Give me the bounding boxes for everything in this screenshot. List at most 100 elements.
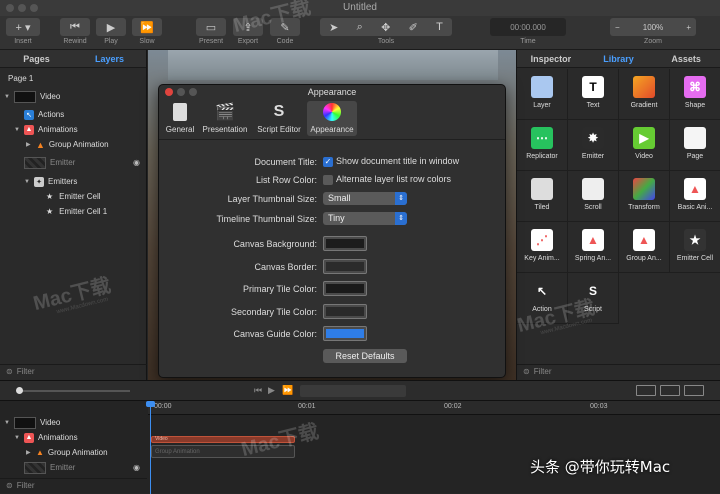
timeline-zoom-slider[interactable] [18,390,130,392]
zoom-window-button[interactable] [30,4,38,12]
library-item-basic-ani[interactable]: ▲ Basic Ani... [670,171,720,222]
pointer-icon[interactable]: ➤ [329,21,338,34]
timeline-thumbnail-size-select[interactable]: Tiny ⇕ [323,212,407,225]
zoom-control[interactable]: − 100% + Zoom [610,18,696,45]
rewind-icon[interactable]: ⏮ [254,385,262,396]
tab-general[interactable]: General [163,101,197,134]
library-item-gradient[interactable]: Gradient [619,69,670,120]
layers-panel: Pages Layers Page 1 ▼ Video ↖ Actions ▼ ▲ An… [0,50,147,380]
library-item-label: Basic Ani... [677,204,713,211]
filter-icon: ⊜ [523,367,530,376]
disclosure-triangle-icon[interactable]: ▼ [24,179,34,185]
slider-knob[interactable] [16,387,23,394]
library-item-page[interactable]: Page [670,120,720,171]
layer-row-video[interactable]: ▼ Video [4,89,60,104]
library-item-shape[interactable]: ⌘ Shape [670,69,720,120]
secondary-tile-color-well[interactable] [323,304,367,319]
library-item-layer[interactable]: Layer [517,69,568,120]
library-filter-field[interactable]: ⊜ Filter [517,364,720,378]
zoom-dialog-button[interactable] [189,88,197,96]
sidebar-toggle-icon[interactable] [684,385,704,396]
canvas-border-color-well[interactable] [323,259,367,274]
present-button[interactable]: ▭ Present [196,18,226,45]
timeline-filter-field[interactable]: ⊜ Filter [0,478,147,492]
layer-thumbnail-size-select[interactable]: Small ⇕ [323,192,407,205]
play-icon[interactable]: ▶ [268,385,275,396]
layer-row-actions[interactable]: ↖ Actions [14,107,64,122]
library-item-emitter-cell[interactable]: ★ Emitter Cell [670,222,720,273]
split-view-icon[interactable] [660,385,680,396]
fast-forward-icon[interactable]: ⏩ [282,385,293,396]
insert-button[interactable]: + ▾ Insert [6,18,40,45]
layer-row-group-animation[interactable]: ▶ ▲ Group Animation [26,137,109,152]
tab-appearance[interactable]: Appearance [307,101,357,136]
close-dialog-button[interactable] [165,88,173,96]
disclosure-triangle-icon[interactable]: ▼ [4,94,14,100]
layer-thumbnail-size-label: Layer Thumbnail Size: [227,194,317,204]
eye-icon[interactable]: ◉ [133,158,140,167]
tab-assets[interactable]: Assets [652,50,720,67]
library-item-label: Video [635,153,653,160]
timeline-layer-emitter[interactable]: Emitter ◉ [14,460,140,475]
library-item-spring-an[interactable]: ▲ Spring An... [568,222,619,273]
page-item[interactable]: Page 1 [8,71,33,86]
scroll-icon [582,178,604,200]
timeline-ruler[interactable]: 00:00 00:01 00:02 00:03 [148,401,720,415]
library-item-replicator[interactable]: ⋯ Replicator [517,120,568,171]
library-item-emitter[interactable]: ✸ Emitter [568,120,619,171]
layer-row-emitter-cell-1[interactable]: ★ Emitter Cell 1 [46,204,107,219]
tab-library[interactable]: Library [585,50,653,67]
emitter-cell-icon: ★ [684,229,706,251]
canvas-background-color-well[interactable] [323,236,367,251]
minimize-window-button[interactable] [18,4,26,12]
layer-icon [531,76,553,98]
eye-icon[interactable]: ◉ [133,463,140,472]
group-animation-icon: ▲ [36,448,44,457]
disclosure-triangle-icon[interactable]: ▶ [26,141,36,148]
layer-row-emitter[interactable]: Emitter ◉ [14,155,140,170]
tab-pages[interactable]: Pages [0,50,73,67]
timeline-layer-group-animation[interactable]: ▶ ▲ Group Animation [26,445,108,460]
magnifier-icon[interactable]: ⌕ [357,21,363,34]
playhead-handle[interactable] [146,401,155,407]
move-icon[interactable]: ✥ [381,21,390,34]
layer-row-emitters[interactable]: ▼ ✦ Emitters [24,174,77,189]
canvas-guide-color-well[interactable] [323,326,367,341]
tab-layers[interactable]: Layers [73,50,146,67]
library-item-key-anim[interactable]: ⋰ Key Anim... [517,222,568,273]
rewind-button[interactable]: ⏮ Rewind [60,18,90,45]
library-item-tiled[interactable]: Tiled [517,171,568,222]
text-tool-icon[interactable]: T [436,21,443,33]
replicator-icon: ⋯ [531,127,553,149]
library-item-scroll[interactable]: Scroll [568,171,619,222]
play-button[interactable]: ▶ Play [96,18,126,45]
alternate-row-colors-checkbox[interactable]: Alternate layer list row colors [323,174,451,185]
layer-row-emitter-cell[interactable]: ★ Emitter Cell [46,189,101,204]
library-item-transform[interactable]: Transform [619,171,670,222]
chevron-updown-icon: ⇕ [395,192,407,205]
library-item-video[interactable]: ▶ Video [619,120,670,171]
tab-script-editor[interactable]: S Script Editor [253,101,305,134]
tab-presentation[interactable]: 🎬 Presentation [199,101,251,134]
timeline-layer-animations[interactable]: ▼ ▲ Animations [14,430,78,445]
pen-icon[interactable]: ✐ [409,21,418,34]
zoom-out-icon[interactable]: − [615,23,620,32]
library-item-text[interactable]: T Text [568,69,619,120]
show-document-title-checkbox[interactable]: ✓ Show document title in window [323,156,459,167]
tab-inspector[interactable]: Inspector [517,50,585,67]
timeline-scrubber[interactable] [300,385,406,397]
zoom-in-icon[interactable]: + [686,23,691,32]
minimize-dialog-button[interactable] [177,88,185,96]
reset-defaults-button[interactable]: Reset Defaults [323,349,407,363]
primary-tile-color-well[interactable] [323,281,367,296]
layers-filter-field[interactable]: ⊜ Filter [0,364,147,378]
layout-toggle-icon[interactable] [636,385,656,396]
layer-row-animations[interactable]: ▼ ▲ Animations [14,122,78,137]
slow-button[interactable]: ⏩ Slow [132,18,162,45]
close-window-button[interactable] [6,4,14,12]
library-item-group-an[interactable]: ▲ Group An... [619,222,670,273]
disclosure-triangle-icon[interactable]: ▼ [14,127,24,133]
timeline-layer-video[interactable]: ▼ Video [4,415,60,430]
dialog-divider [159,139,505,140]
library-item-label: Group An... [626,255,662,262]
